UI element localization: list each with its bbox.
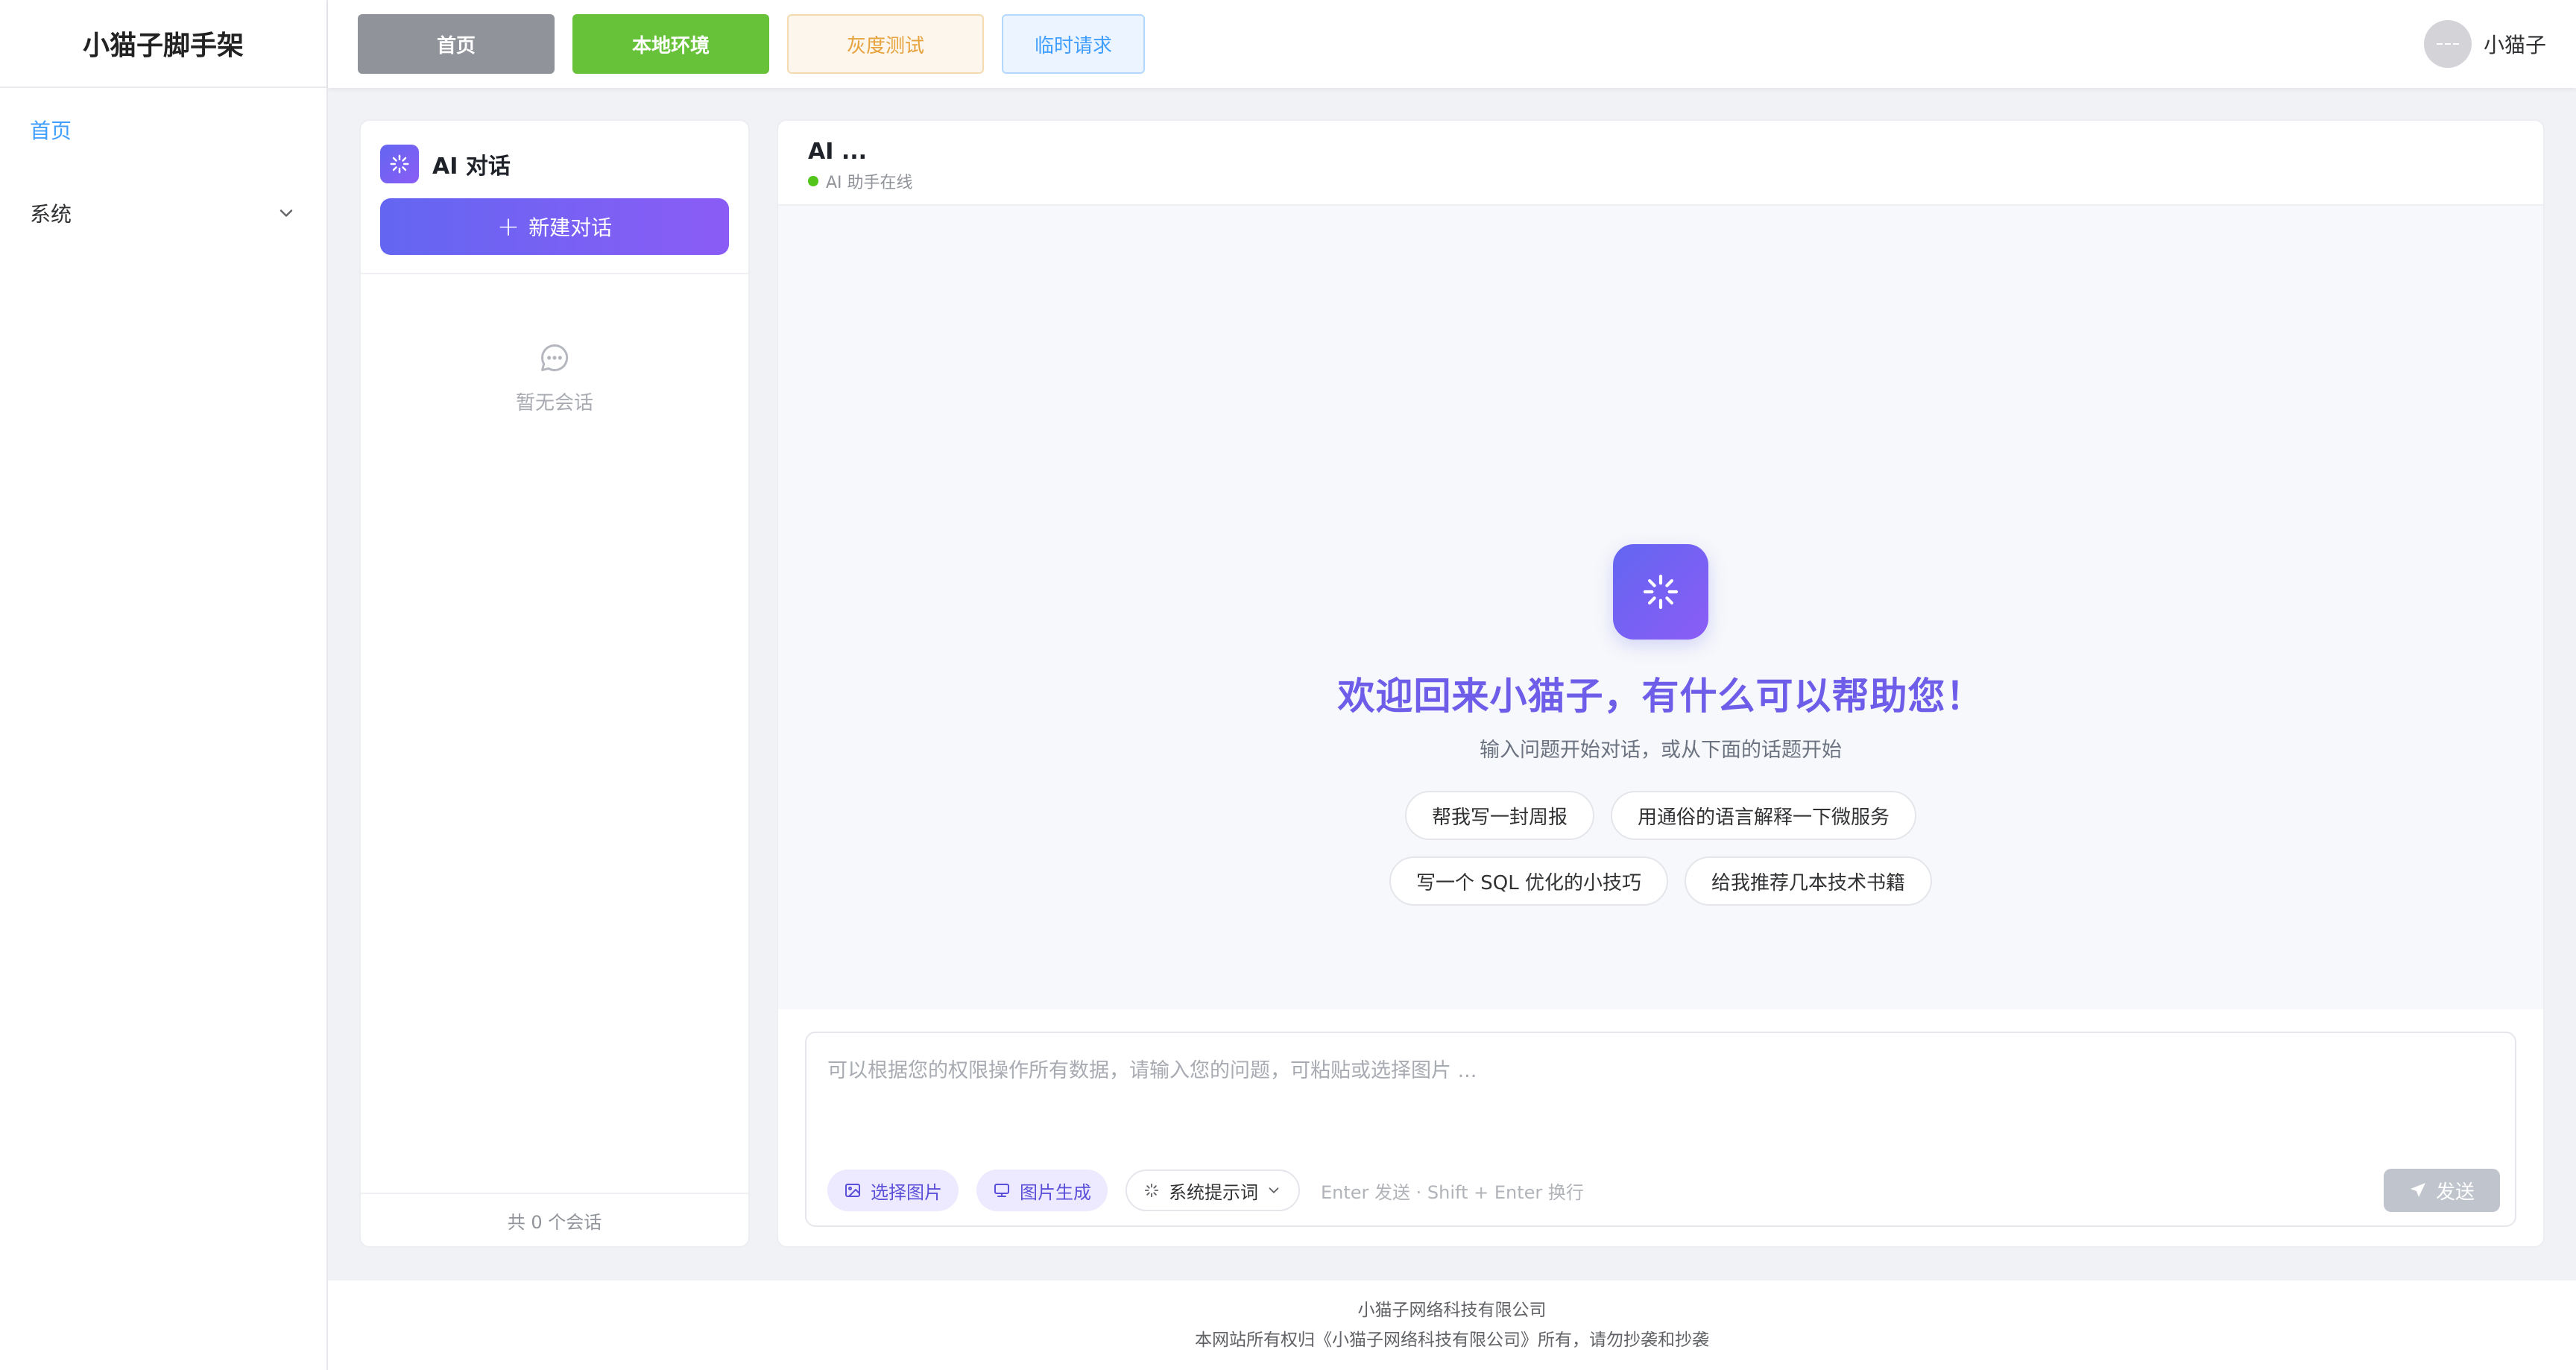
new-conversation-button[interactable]: + 新建对话 xyxy=(380,198,729,255)
plus-icon: + xyxy=(496,211,520,242)
suggestion-chip[interactable]: 给我推荐几本技术书籍 xyxy=(1684,856,1932,906)
new-conversation-label: 新建对话 xyxy=(528,215,613,240)
footer-company: 小猫子网络科技有限公司 xyxy=(1357,1301,1547,1320)
env-button-temp-request[interactable]: 临时请求 xyxy=(1002,14,1145,74)
image-generate-icon xyxy=(994,1184,1009,1197)
suggestion-chip[interactable]: 帮我写一封周报 xyxy=(1404,791,1594,840)
page-footer: 小猫子网络科技有限公司 本网站所有权归《小猫子网络科技有限公司》所有，请勿抄袭和… xyxy=(328,1281,2576,1370)
conversation-count: 共 0 个会话 xyxy=(361,1193,748,1246)
send-icon xyxy=(2410,1183,2425,1197)
footer-copyright: 本网站所有权归《小猫子网络科技有限公司》所有，请勿抄袭和抄袭 xyxy=(1195,1330,1709,1350)
chat-title: AI ... xyxy=(808,139,868,165)
user-menu[interactable]: 小猫子 xyxy=(2423,0,2546,88)
suggestion-chip[interactable]: 用通俗的语言解释一下微服务 xyxy=(1611,791,1917,840)
system-prompt-label: 系统提示词 xyxy=(1169,1181,1258,1203)
send-button[interactable]: 发送 xyxy=(2384,1169,2500,1212)
generate-image-button[interactable]: 图片生成 xyxy=(976,1169,1108,1211)
online-dot-icon xyxy=(808,176,818,186)
message-input[interactable] xyxy=(827,1054,2494,1136)
sparkle-icon xyxy=(1144,1183,1159,1198)
sidebar-item-system[interactable]: 系统 xyxy=(0,171,326,255)
keyboard-hint: Enter 发送 · Shift + Enter 换行 xyxy=(1321,1181,1584,1203)
welcome-title: 欢迎回来小猫子，有什么可以帮助您！ xyxy=(1337,675,1984,718)
suggestion-row: 写一个 SQL 优化的小技巧 给我推荐几本技术书籍 xyxy=(1381,856,1940,906)
chat-header: AI ... AI 助手在线 xyxy=(778,121,2543,206)
composer-toolbar: 选择图片 图片生成 系统提示词 Enter 发送 · Shift + Enter… xyxy=(827,1169,2500,1212)
chevron-down-icon xyxy=(1269,1187,1279,1193)
chat-body: 欢迎回来小猫子，有什么可以帮助您！ 输入问题开始对话，或从下面的话题开始 帮我写… xyxy=(778,206,2543,1009)
generate-image-label: 图片生成 xyxy=(1020,1181,1091,1203)
conversation-panel: AI 对话 + 新建对话 暂无会话 共 0 个会话 xyxy=(359,119,750,1248)
image-icon xyxy=(845,1184,860,1197)
suggestion-chip[interactable]: 写一个 SQL 优化的小技巧 xyxy=(1389,856,1668,906)
online-status: AI 助手在线 xyxy=(808,169,2513,193)
env-button-gray-test[interactable]: 灰度测试 xyxy=(787,14,984,74)
app-brand: 小猫子脚手架 xyxy=(0,0,326,88)
sidebar-item-home[interactable]: 首页 xyxy=(0,88,326,171)
env-button-home[interactable]: 首页 xyxy=(358,14,555,74)
welcome-subtitle: 输入问题开始对话，或从下面的话题开始 xyxy=(1480,739,1842,762)
user-name: 小猫子 xyxy=(2483,33,2546,57)
message-composer: 选择图片 图片生成 系统提示词 Enter 发送 · Shift + Enter… xyxy=(805,1032,2516,1227)
empty-state: 暂无会话 xyxy=(361,341,748,415)
avatar xyxy=(2423,20,2472,68)
welcome-block: 欢迎回来小猫子，有什么可以帮助您！ 输入问题开始对话，或从下面的话题开始 帮我写… xyxy=(778,544,2543,906)
empty-state-text: 暂无会话 xyxy=(515,392,593,414)
sparkle-icon xyxy=(380,145,419,183)
chat-panel: AI ... AI 助手在线 欢迎回来小猫子，有什么可以帮助您！ 输入问题开始对… xyxy=(777,119,2545,1248)
online-status-text: AI 助手在线 xyxy=(826,174,913,192)
sparkle-icon xyxy=(1613,544,1708,640)
system-prompt-select[interactable]: 系统提示词 xyxy=(1126,1169,1300,1211)
avatar-icon xyxy=(2436,43,2459,45)
select-image-button[interactable]: 选择图片 xyxy=(827,1169,959,1211)
chevron-down-icon xyxy=(280,209,293,217)
select-image-label: 选择图片 xyxy=(871,1181,942,1203)
conversation-panel-title: AI 对话 xyxy=(432,154,511,180)
sidebar: 小猫子脚手架 首页 系统 xyxy=(0,0,328,1370)
suggestion-row: 帮我写一封周报 用通俗的语言解释一下微服务 xyxy=(1397,791,1925,840)
env-button-local[interactable]: 本地环境 xyxy=(572,14,769,74)
chat-bubble-icon xyxy=(541,344,569,371)
sidebar-item-label: 系统 xyxy=(30,202,72,227)
sidebar-item-label: 首页 xyxy=(30,119,72,143)
top-header: 首页 本地环境 灰度测试 临时请求 小猫子 xyxy=(328,0,2576,88)
divider xyxy=(361,273,748,274)
send-label: 发送 xyxy=(2435,1181,2475,1204)
